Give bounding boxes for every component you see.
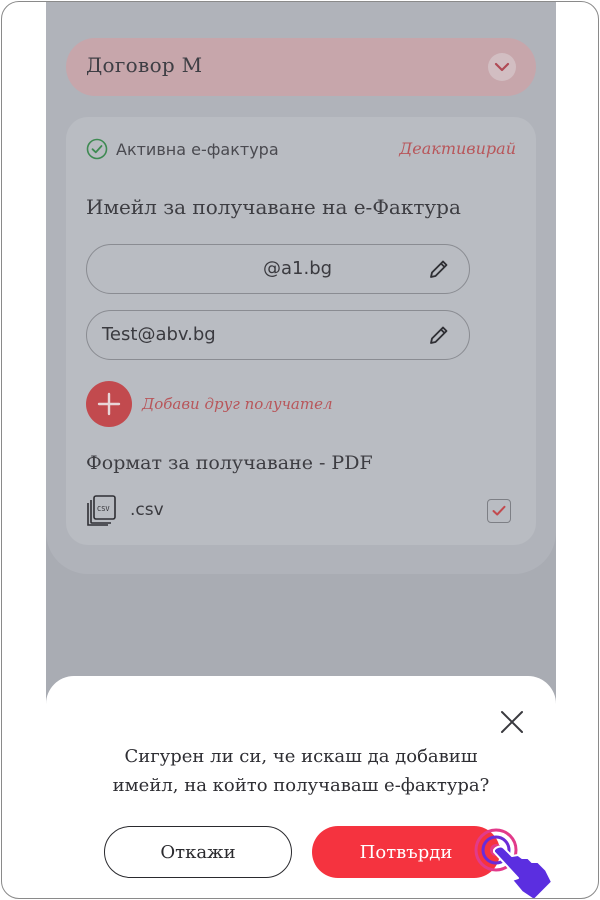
einvoice-status: Активна е-фактура — [116, 139, 279, 159]
phone-frame: Договор М Активна е-фактура Деактивирай … — [1, 1, 599, 899]
email-value: @a1.bg — [263, 258, 333, 279]
add-recipient-label: Добави друг получател — [142, 395, 333, 413]
cancel-button[interactable]: Откажи — [104, 826, 292, 878]
csv-label: .csv — [130, 500, 164, 520]
dialog-question-line-2: имейл, на който получаваш е-фактура? — [112, 775, 490, 796]
status-row: Активна е-фактура — [86, 138, 279, 160]
email-value: Test@abv.bg — [102, 324, 216, 345]
dialog-question-line-1: Сигурен ли си, че искаш да добавиш — [124, 746, 478, 767]
hand-cursor-icon — [474, 828, 553, 898]
close-icon[interactable] — [498, 708, 526, 736]
pencil-icon[interactable] — [427, 323, 451, 351]
pencil-icon[interactable] — [427, 257, 451, 285]
email-field-2[interactable]: Test@abv.bg — [86, 310, 470, 360]
contract-name: Договор М — [86, 53, 203, 77]
einvoice-card: Активна е-фактура Деактивирай Имейл за п… — [66, 117, 536, 545]
csv-file-icon: CSV — [87, 495, 116, 526]
email-field-1[interactable]: @a1.bg — [86, 244, 470, 294]
dialog-question: Сигурен ли си, че искаш да добавиш имейл… — [76, 742, 526, 800]
csv-checkbox[interactable] — [487, 499, 511, 523]
check-circle-icon — [86, 138, 108, 160]
add-recipient-button[interactable]: Добави друг получател — [86, 381, 333, 427]
contract-dropdown[interactable]: Договор М — [66, 38, 536, 96]
plus-icon[interactable] — [86, 381, 132, 427]
format-title: Формат за получаване - PDF — [86, 452, 373, 474]
deactivate-link[interactable]: Деактивирай — [399, 139, 516, 158]
email-section-title: Имейл за получаване на е-Фактура — [86, 195, 461, 219]
chevron-down-icon[interactable] — [488, 53, 516, 81]
csv-option[interactable]: CSV .csv — [86, 494, 164, 526]
svg-text:CSV: CSV — [97, 505, 110, 513]
